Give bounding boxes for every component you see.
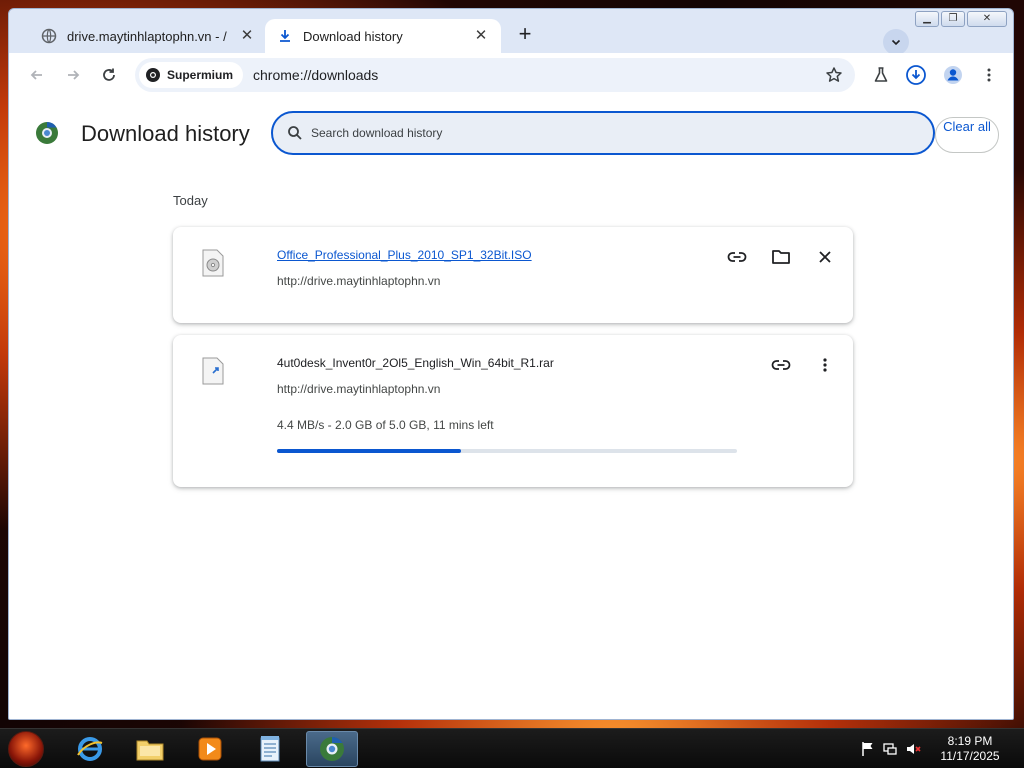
download-status-text: 4.4 MB/s - 2.0 GB of 5.0 GB, 11 mins lef… xyxy=(277,418,494,432)
download-icon xyxy=(277,28,293,44)
tab-search-button[interactable] xyxy=(883,29,909,55)
site-info-chip[interactable]: Supermium xyxy=(139,62,244,88)
reload-button[interactable] xyxy=(97,63,121,87)
more-actions-icon[interactable] xyxy=(813,353,837,377)
progress-fill xyxy=(277,449,461,453)
file-name-link[interactable]: Office_Professional_Plus_2010_SP1_32Bit.… xyxy=(277,248,532,262)
date-section-label: Today xyxy=(173,193,208,208)
downloads-logo-icon xyxy=(35,121,59,145)
copy-link-icon[interactable] xyxy=(769,353,793,377)
minimize-button[interactable]: ▁ xyxy=(915,11,939,27)
close-window-button[interactable]: ✕ xyxy=(967,11,1007,27)
copy-link-icon[interactable] xyxy=(725,245,749,269)
tab-drive-site[interactable]: drive.maytinhlaptophn.vn - / ✕ xyxy=(29,19,267,53)
back-button[interactable] xyxy=(25,63,49,87)
iso-file-icon xyxy=(201,249,225,277)
internet-explorer-icon[interactable] xyxy=(64,731,116,767)
arrow-right-icon xyxy=(68,70,80,80)
action-center-flag-icon[interactable] xyxy=(860,741,876,757)
notepad-icon[interactable] xyxy=(244,731,296,767)
search-input[interactable] xyxy=(311,126,933,140)
arrow-left-icon xyxy=(30,70,42,80)
start-button[interactable] xyxy=(8,731,44,767)
maximize-button[interactable]: ❐ xyxy=(941,11,965,27)
menu-kebab-icon[interactable] xyxy=(977,63,1001,87)
system-clock[interactable]: 8:19 PM 11/17/2025 xyxy=(930,734,1010,764)
supermium-logo-icon xyxy=(145,67,161,83)
tab-title: drive.maytinhlaptophn.vn - / xyxy=(67,28,227,44)
globe-icon xyxy=(41,28,57,44)
file-source-url: http://drive.maytinhlaptophn.vn xyxy=(277,274,441,288)
profile-avatar-icon[interactable] xyxy=(941,63,965,87)
forward-button[interactable] xyxy=(61,63,85,87)
file-name: 4ut0desk_Invent0r_2Ol5_English_Win_64bit… xyxy=(277,356,554,370)
network-icon[interactable] xyxy=(882,741,898,757)
new-tab-button[interactable]: + xyxy=(511,21,539,49)
file-explorer-icon[interactable] xyxy=(124,731,176,767)
search-icon xyxy=(287,125,303,141)
media-player-icon[interactable] xyxy=(184,731,236,767)
search-downloads[interactable] xyxy=(271,111,935,155)
window-controls: ▁ ❐ ✕ xyxy=(915,11,1007,27)
download-item: Office_Professional_Plus_2010_SP1_32Bit.… xyxy=(173,227,853,323)
address-bar[interactable]: Supermium chrome://downloads xyxy=(135,58,855,92)
bookmark-star-icon[interactable] xyxy=(825,66,843,89)
show-in-folder-icon[interactable] xyxy=(769,245,793,269)
downloads-page: Download history Clear all Today Office_… xyxy=(9,97,1013,719)
tab-title: Download history xyxy=(303,28,403,44)
volume-muted-icon[interactable] xyxy=(905,741,921,757)
url-text: chrome://downloads xyxy=(253,67,379,83)
tab-close-icon[interactable]: ✕ xyxy=(239,28,255,44)
tab-strip: drive.maytinhlaptophn.vn - / ✕ Download … xyxy=(9,9,1013,55)
clock-date: 11/17/2025 xyxy=(940,749,1000,763)
browser-window: drive.maytinhlaptophn.vn - / ✕ Download … xyxy=(8,8,1014,720)
labs-flask-icon[interactable] xyxy=(869,63,893,87)
file-source-url: http://drive.maytinhlaptophn.vn xyxy=(277,382,441,396)
taskbar: 8:19 PM 11/17/2025 xyxy=(0,728,1024,768)
rar-file-icon xyxy=(201,357,225,385)
reload-icon xyxy=(103,68,115,81)
page-title: Download history xyxy=(81,121,250,146)
tab-download-history[interactable]: Download history ✕ xyxy=(265,19,501,53)
toolbar: Supermium chrome://downloads xyxy=(9,53,1013,97)
clear-all-button[interactable]: Clear all xyxy=(935,117,999,153)
clock-time: 8:19 PM xyxy=(947,734,993,748)
site-label: Supermium xyxy=(167,68,234,82)
tab-close-icon[interactable]: ✕ xyxy=(473,28,489,44)
download-item-in-progress: 4ut0desk_Invent0r_2Ol5_English_Win_64bit… xyxy=(173,335,853,487)
supermium-taskbar-icon[interactable] xyxy=(306,731,358,767)
chevron-down-icon xyxy=(891,39,901,46)
downloads-toolbar-icon[interactable] xyxy=(904,63,928,87)
download-progress-bar xyxy=(277,449,737,453)
remove-item-icon[interactable] xyxy=(813,245,837,269)
